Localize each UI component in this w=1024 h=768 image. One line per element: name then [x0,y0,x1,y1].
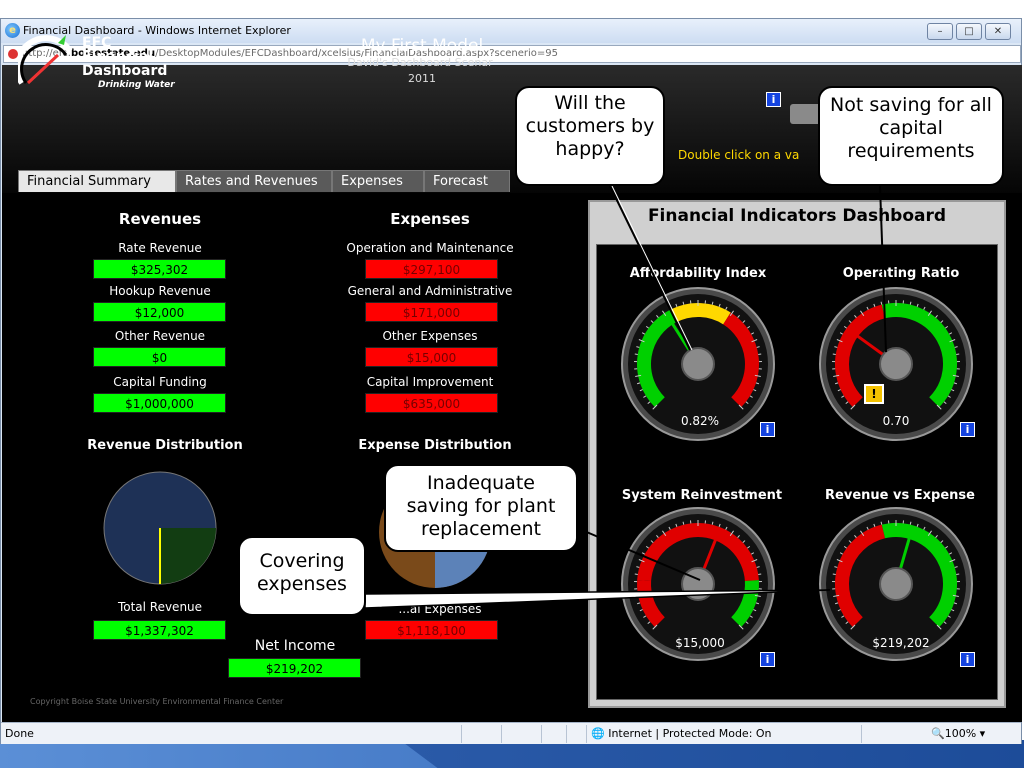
system-reinvestment-gauge-tick [711,521,714,525]
reinvestment-info-icon[interactable]: i [760,652,775,667]
operating-ratio-value: 0.70 [882,414,910,428]
warning-icon[interactable]: ! [864,384,884,404]
affordability-gauge-hub [681,347,715,381]
operating-ratio-gauge-tick [880,301,883,305]
callout-plant-replacement: Inadequate saving for plant replacement [384,464,578,552]
operating-ratio-gauge-hub [879,347,913,381]
callout-covering-expenses: Covering expenses [238,536,366,616]
revenue-vs-expense-gauge-tick [880,521,883,525]
revenue-vs-expense-gauge-hub [879,567,913,601]
operating-ratio-info-icon[interactable]: i [960,422,975,437]
revenue-vs-expense-gauge-tick [909,521,912,525]
system-reinvestment-gauge-tick [682,521,685,525]
operating-ratio-gauge-tick [909,301,912,305]
callout-customers-happy: Will the customers by happy? [515,86,665,186]
revenue-expense-info-icon[interactable]: i [960,652,975,667]
callout-capital-requirements: Not saving for all capital requirements [818,86,1004,186]
affordability-info-icon[interactable]: i [760,422,775,437]
revenue-vs-expense-value: $219,202 [872,636,930,650]
affordability-gauge-tick [682,301,685,305]
system-reinvestment-value: $15,000 [675,636,725,650]
affordability-gauge-tick [711,301,714,305]
system-reinvestment-gauge-hub [681,567,715,601]
affordability-value: 0.82% [680,414,720,428]
screen: e Financial Dashboard - Windows Internet… [0,0,1024,768]
